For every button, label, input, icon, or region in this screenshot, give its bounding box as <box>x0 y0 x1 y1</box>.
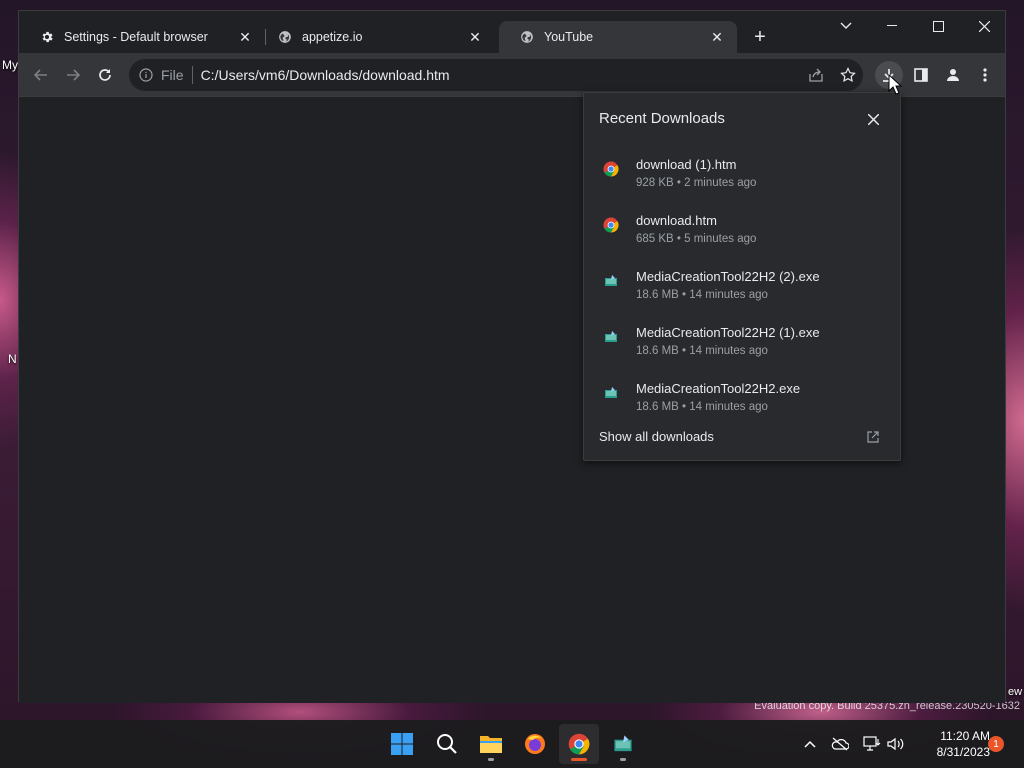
download-filename: MediaCreationTool22H2 (2).exe <box>636 269 820 284</box>
running-indicator <box>620 758 626 761</box>
running-indicator <box>488 758 494 761</box>
minimize-icon <box>887 25 897 26</box>
share-icon[interactable] <box>805 64 827 86</box>
download-meta: 18.6 MB • 14 minutes ago <box>636 401 768 413</box>
desktop-icon-label[interactable]: N <box>8 352 17 366</box>
download-item[interactable]: download.htm 685 KB • 5 minutes ago <box>584 207 900 263</box>
forward-button[interactable] <box>59 61 87 89</box>
info-icon[interactable] <box>138 67 154 83</box>
start-icon <box>391 733 413 755</box>
menu-button[interactable] <box>971 61 999 89</box>
downloads-title: Recent Downloads <box>599 110 725 127</box>
media-creation-tool-icon <box>602 328 620 346</box>
external-link-icon[interactable] <box>866 430 880 444</box>
volume-icon[interactable] <box>886 734 906 754</box>
downloads-bubble: Recent Downloads download (1).htm 928 KB… <box>583 92 901 461</box>
tab-title: appetize.io <box>302 30 363 44</box>
profile-icon <box>947 69 959 81</box>
tab-search-button[interactable] <box>823 11 869 41</box>
gear-icon <box>39 29 55 45</box>
side-panel-button[interactable] <box>907 61 935 89</box>
chrome-icon <box>602 216 620 234</box>
close-button[interactable] <box>864 110 882 128</box>
maximize-button[interactable] <box>915 11 961 41</box>
url-scheme: File <box>161 67 184 83</box>
url-text[interactable]: C:/Users/vm6/Downloads/download.htm <box>201 67 450 83</box>
back-arrow-icon <box>33 69 47 81</box>
download-meta: 18.6 MB • 14 minutes ago <box>636 345 768 357</box>
search-button[interactable] <box>427 724 467 764</box>
forward-arrow-icon <box>67 69 81 81</box>
close-icon[interactable]: ✕ <box>237 29 253 45</box>
download-filename: MediaCreationTool22H2.exe <box>636 381 801 396</box>
download-item[interactable]: MediaCreationTool22H2.exe 18.6 MB • 14 m… <box>584 375 900 431</box>
globe-icon <box>277 29 293 45</box>
show-all-downloads-link[interactable]: Show all downloads <box>599 429 714 444</box>
tab-strip: Settings - Default browser ✕ appetize.io… <box>19 11 1005 53</box>
tab-settings[interactable]: Settings - Default browser ✕ <box>19 21 265 53</box>
start-button[interactable] <box>382 724 422 764</box>
notification-badge[interactable]: 1 <box>988 736 1004 752</box>
clock-time: 11:20 AM <box>940 729 990 743</box>
download-filename: MediaCreationTool22H2 (1).exe <box>636 325 820 340</box>
tab-title: YouTube <box>544 30 594 44</box>
desktop-icon-label[interactable]: My <box>2 58 18 72</box>
star-icon[interactable] <box>837 64 859 86</box>
profile-button[interactable] <box>939 61 967 89</box>
taskbar: 11:20 AM 8/31/2023 1 <box>0 720 1024 768</box>
active-indicator <box>571 758 587 761</box>
download-meta: 685 KB • 5 minutes ago <box>636 233 757 245</box>
media-creation-tool-button[interactable] <box>603 724 643 764</box>
side-panel-icon <box>914 68 928 82</box>
download-meta: 18.6 MB • 14 minutes ago <box>636 289 768 301</box>
download-item[interactable]: download (1).htm 928 KB • 2 minutes ago <box>584 151 900 207</box>
chevron-up-icon[interactable] <box>800 734 820 754</box>
tab-youtube[interactable]: YouTube ✕ <box>499 21 737 53</box>
chrome-button[interactable] <box>559 724 599 764</box>
tab-title: Settings - Default browser <box>64 30 208 44</box>
close-icon <box>867 113 879 125</box>
download-item[interactable]: MediaCreationTool22H2 (2).exe 18.6 MB • … <box>584 263 900 319</box>
network-icon[interactable] <box>862 734 882 754</box>
more-vert-icon <box>983 68 987 82</box>
browser-window: Settings - Default browser ✕ appetize.io… <box>18 10 1006 703</box>
reload-button[interactable] <box>91 61 119 89</box>
firefox-icon <box>525 734 545 754</box>
address-bar[interactable]: File C:/Users/vm6/Downloads/download.htm <box>129 59 863 91</box>
media-creation-tool-icon <box>602 272 620 290</box>
media-creation-tool-icon <box>614 735 632 752</box>
system-clock[interactable]: 11:20 AM 8/31/2023 <box>912 728 990 760</box>
close-icon <box>978 20 990 32</box>
reload-icon <box>99 69 111 81</box>
file-explorer-button[interactable] <box>471 724 511 764</box>
chrome-icon <box>568 733 590 755</box>
mouse-cursor-icon <box>888 74 902 95</box>
browser-toolbar: File C:/Users/vm6/Downloads/download.htm <box>19 53 1005 97</box>
chrome-icon <box>602 160 620 178</box>
file-explorer-icon <box>480 736 502 753</box>
globe-icon <box>519 29 535 45</box>
window-close-button[interactable] <box>961 11 1007 41</box>
minimize-button[interactable] <box>869 11 915 41</box>
download-item[interactable]: MediaCreationTool22H2 (1).exe 18.6 MB • … <box>584 319 900 375</box>
download-filename: download (1).htm <box>636 157 737 172</box>
close-icon[interactable]: ✕ <box>467 29 483 45</box>
tab-appetize[interactable]: appetize.io ✕ <box>257 21 495 53</box>
back-button[interactable] <box>27 61 55 89</box>
onedrive-offline-icon[interactable] <box>830 734 850 754</box>
new-tab-button[interactable]: + <box>749 26 771 48</box>
desktop-icon-label[interactable]: ew <box>1008 686 1022 698</box>
download-filename: download.htm <box>636 213 717 228</box>
maximize-icon <box>932 20 944 32</box>
close-icon[interactable]: ✕ <box>709 29 725 45</box>
omnibox-divider <box>191 66 193 84</box>
clock-date: 8/31/2023 <box>936 745 990 759</box>
chevron-down-icon <box>840 22 852 29</box>
media-creation-tool-icon <box>602 384 620 402</box>
firefox-button[interactable] <box>515 724 555 764</box>
download-meta: 928 KB • 2 minutes ago <box>636 177 757 189</box>
search-icon <box>437 734 457 754</box>
